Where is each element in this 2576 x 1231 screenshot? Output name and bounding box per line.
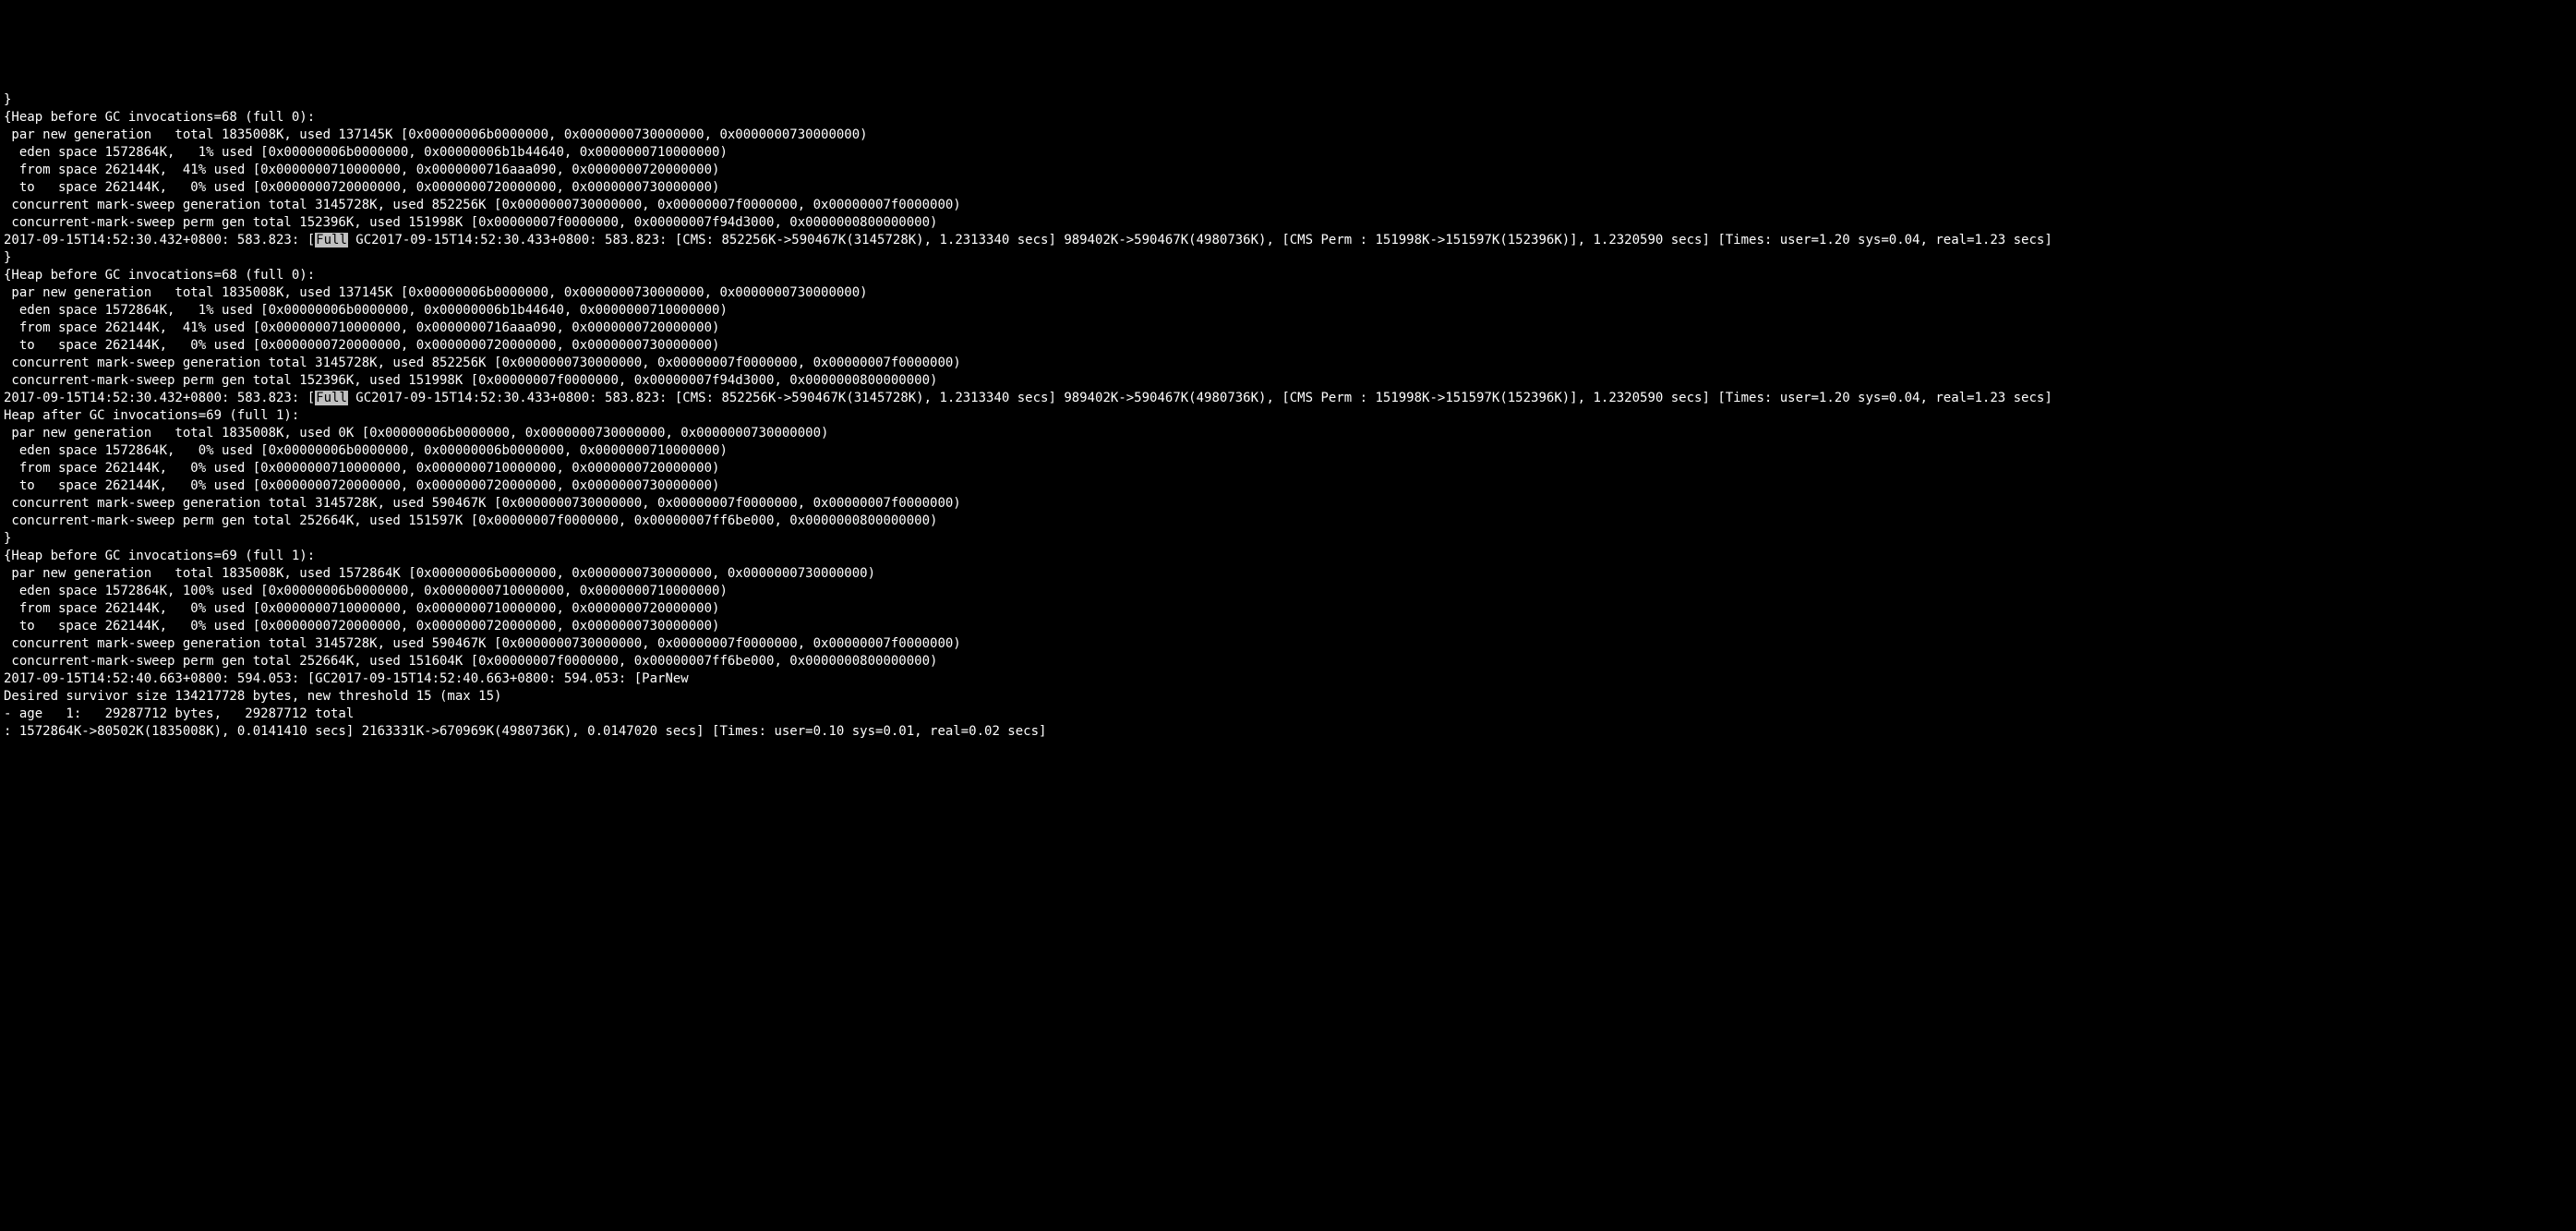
log-line: concurrent-mark-sweep perm gen total 152… bbox=[4, 214, 2572, 232]
log-line: eden space 1572864K, 0% used [0x00000006… bbox=[4, 442, 2572, 460]
log-line: to space 262144K, 0% used [0x00000007200… bbox=[4, 477, 2572, 495]
log-line: to space 262144K, 0% used [0x00000007200… bbox=[4, 179, 2572, 197]
log-line: to space 262144K, 0% used [0x00000007200… bbox=[4, 618, 2572, 635]
log-line: concurrent mark-sweep generation total 3… bbox=[4, 355, 2572, 372]
log-line: concurrent-mark-sweep perm gen total 252… bbox=[4, 513, 2572, 530]
log-line: from space 262144K, 0% used [0x000000071… bbox=[4, 460, 2572, 477]
log-line: concurrent mark-sweep generation total 3… bbox=[4, 635, 2572, 653]
log-line: par new generation total 1835008K, used … bbox=[4, 425, 2572, 442]
search-highlight: Full bbox=[315, 233, 348, 247]
log-line: } bbox=[4, 249, 2572, 267]
log-line: from space 262144K, 41% used [0x00000007… bbox=[4, 162, 2572, 179]
log-line: concurrent mark-sweep generation total 3… bbox=[4, 495, 2572, 513]
log-line: from space 262144K, 0% used [0x000000071… bbox=[4, 600, 2572, 618]
log-line: 2017-09-15T14:52:40.663+0800: 594.053: [… bbox=[4, 670, 2572, 688]
log-line: concurrent mark-sweep generation total 3… bbox=[4, 197, 2572, 214]
log-line: eden space 1572864K, 1% used [0x00000006… bbox=[4, 302, 2572, 320]
log-line: {Heap before GC invocations=68 (full 0): bbox=[4, 267, 2572, 284]
log-line: concurrent-mark-sweep perm gen total 252… bbox=[4, 653, 2572, 670]
log-text: GC2017-09-15T14:52:30.433+0800: 583.823:… bbox=[348, 233, 2052, 247]
log-line: eden space 1572864K, 100% used [0x000000… bbox=[4, 583, 2572, 600]
log-line: from space 262144K, 41% used [0x00000007… bbox=[4, 320, 2572, 337]
log-line: Desired survivor size 134217728 bytes, n… bbox=[4, 688, 2572, 706]
log-line: 2017-09-15T14:52:30.432+0800: 583.823: [… bbox=[4, 232, 2572, 249]
log-text: 2017-09-15T14:52:30.432+0800: 583.823: [ bbox=[4, 391, 315, 405]
log-line: } bbox=[4, 530, 2572, 548]
log-line: : 1572864K->80502K(1835008K), 0.0141410 … bbox=[4, 723, 2572, 741]
log-line: par new generation total 1835008K, used … bbox=[4, 127, 2572, 144]
search-highlight: Full bbox=[315, 391, 348, 405]
log-line: 2017-09-15T14:52:30.432+0800: 583.823: [… bbox=[4, 390, 2572, 407]
log-text: 2017-09-15T14:52:30.432+0800: 583.823: [ bbox=[4, 233, 315, 247]
log-line: {Heap before GC invocations=68 (full 0): bbox=[4, 109, 2572, 127]
log-line: par new generation total 1835008K, used … bbox=[4, 565, 2572, 583]
log-text: GC2017-09-15T14:52:30.433+0800: 583.823:… bbox=[348, 391, 2052, 405]
log-line: to space 262144K, 0% used [0x00000007200… bbox=[4, 337, 2572, 355]
log-line: Heap after GC invocations=69 (full 1): bbox=[4, 407, 2572, 425]
log-line: {Heap before GC invocations=69 (full 1): bbox=[4, 548, 2572, 565]
terminal-output[interactable]: }{Heap before GC invocations=68 (full 0)… bbox=[0, 88, 2576, 744]
log-line: par new generation total 1835008K, used … bbox=[4, 284, 2572, 302]
log-line: - age 1: 29287712 bytes, 29287712 total bbox=[4, 706, 2572, 723]
log-line: concurrent-mark-sweep perm gen total 152… bbox=[4, 372, 2572, 390]
log-line: eden space 1572864K, 1% used [0x00000006… bbox=[4, 144, 2572, 162]
log-line: } bbox=[4, 91, 2572, 109]
